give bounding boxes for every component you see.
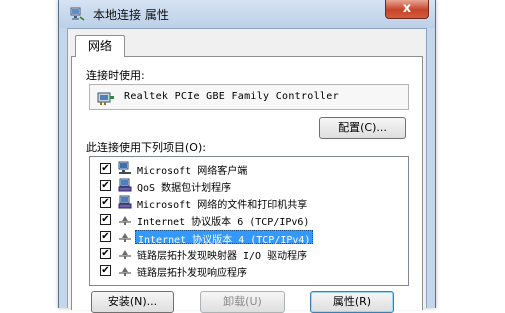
- item-checkbox[interactable]: ✔: [100, 214, 111, 225]
- network-connection-icon: [70, 7, 85, 21]
- protocol-icon: [118, 263, 132, 277]
- items-label: 此连接使用下列项目(O):: [86, 141, 206, 154]
- adapter-field: Realtek PCIe GBE Family Controller: [89, 84, 409, 110]
- close-button[interactable]: x: [385, 0, 429, 19]
- client-icon: [118, 161, 132, 175]
- title-bar[interactable]: 本地连接 属性 x: [59, 0, 435, 28]
- properties-button[interactable]: 属性(R): [310, 291, 394, 313]
- install-button[interactable]: 安装(N)...: [91, 291, 174, 313]
- dialog-body: 网络 连接时使用: Realtek PCIe GBE Family Contro…: [67, 28, 427, 313]
- item-checkbox[interactable]: ✔: [100, 180, 111, 191]
- close-icon: x: [402, 1, 412, 16]
- tab-network[interactable]: 网络: [75, 35, 125, 57]
- item-label: Microsoft 网络的文件和打印机共享: [137, 200, 308, 211]
- protocol-icon: [118, 246, 132, 260]
- configure-button[interactable]: 配置(C)...: [319, 117, 406, 139]
- window-title: 本地连接 属性: [93, 8, 169, 22]
- item-label: QoS 数据包计划程序: [137, 183, 232, 194]
- uninstall-button[interactable]: 卸载(U): [200, 291, 285, 313]
- list-item[interactable]: ✔ Microsoft 网络的文件和打印机共享: [90, 194, 408, 211]
- list-item[interactable]: ✔ 链路层拓扑发现响应程序: [90, 262, 408, 279]
- components-list[interactable]: ✔ Microsoft 网络客户端 ✔ QoS 数据包计划程序 ✔ Microsoft 网…: [89, 156, 409, 286]
- properties-dialog: 本地连接 属性 x 网络 连接时使用: Realtek PCIe GBE Fam…: [58, 0, 436, 313]
- item-checkbox[interactable]: ✔: [100, 197, 111, 208]
- list-item[interactable]: ✔ Internet 协议版本 4 (TCP/IPv4): [90, 228, 408, 246]
- list-item[interactable]: ✔ Internet 协议版本 6 (TCP/IPv6): [90, 211, 408, 228]
- screen: 本地连接 属性 x 网络 连接时使用: Realtek PCIe GBE Fam…: [0, 0, 505, 313]
- connect-using-label: 连接时使用:: [86, 69, 145, 82]
- item-label: Internet 协议版本 4 (TCP/IPv4): [135, 230, 314, 246]
- list-item[interactable]: ✔ 链路层拓扑发现映射器 I/O 驱动程序: [90, 245, 408, 262]
- item-label: Microsoft 网络客户端: [137, 166, 248, 177]
- list-item[interactable]: ✔ Microsoft 网络客户端: [90, 160, 408, 177]
- list-item[interactable]: ✔ QoS 数据包计划程序: [90, 177, 408, 194]
- service-icon: [118, 195, 132, 209]
- item-label: 链路层拓扑发现响应程序: [137, 268, 247, 279]
- network-adapter-icon: [97, 92, 114, 105]
- adapter-name: Realtek PCIe GBE Family Controller: [124, 91, 339, 102]
- item-checkbox[interactable]: ✔: [100, 265, 111, 276]
- item-label: 链路层拓扑发现映射器 I/O 驱动程序: [137, 251, 308, 262]
- protocol-icon: [118, 229, 132, 243]
- protocol-icon: [118, 212, 132, 226]
- item-checkbox[interactable]: ✔: [100, 163, 111, 174]
- item-checkbox[interactable]: ✔: [100, 248, 111, 259]
- service-icon: [118, 178, 132, 192]
- item-label: Internet 协议版本 6 (TCP/IPv6): [137, 217, 310, 228]
- item-checkbox[interactable]: ✔: [100, 231, 111, 242]
